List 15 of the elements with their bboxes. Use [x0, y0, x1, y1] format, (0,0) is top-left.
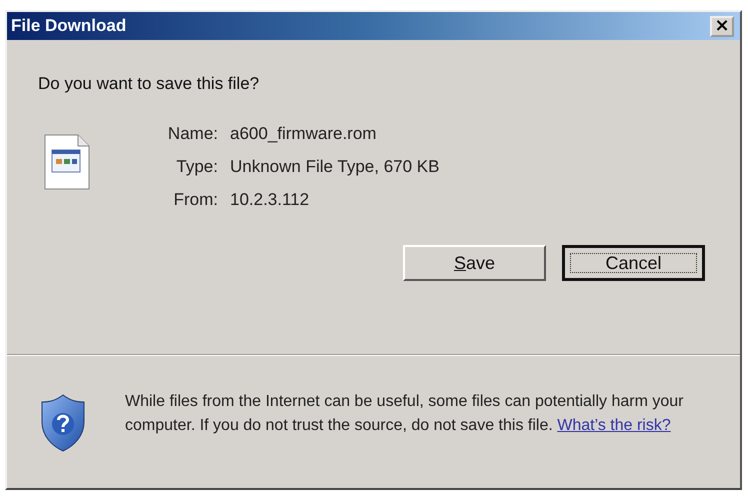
- file-icon: [44, 134, 90, 190]
- risk-link[interactable]: What’s the risk?: [557, 417, 671, 434]
- field-label: Name:: [166, 124, 218, 144]
- save-button[interactable]: Save: [403, 245, 546, 281]
- prompt-text: Do you want to save this file?: [38, 74, 260, 94]
- field-value: Unknown File Type, 670 KB: [230, 157, 440, 177]
- warning-text: While files from the Internet can be useful, some files can potentially harm your computer. If you do not trust the source, do not save this file. What’s the risk?: [125, 392, 684, 436]
- shield-question-icon: [41, 394, 85, 452]
- field-value: 10.2.3.112: [230, 190, 310, 210]
- window-title: File Download: [11, 16, 126, 36]
- field-label: Type:: [175, 157, 218, 177]
- field-label: From:: [172, 190, 218, 210]
- cancel-button[interactable]: Cancel: [562, 245, 705, 281]
- close-button[interactable]: ×: [710, 16, 734, 36]
- field-value: a600_firmware.rom: [230, 124, 378, 144]
